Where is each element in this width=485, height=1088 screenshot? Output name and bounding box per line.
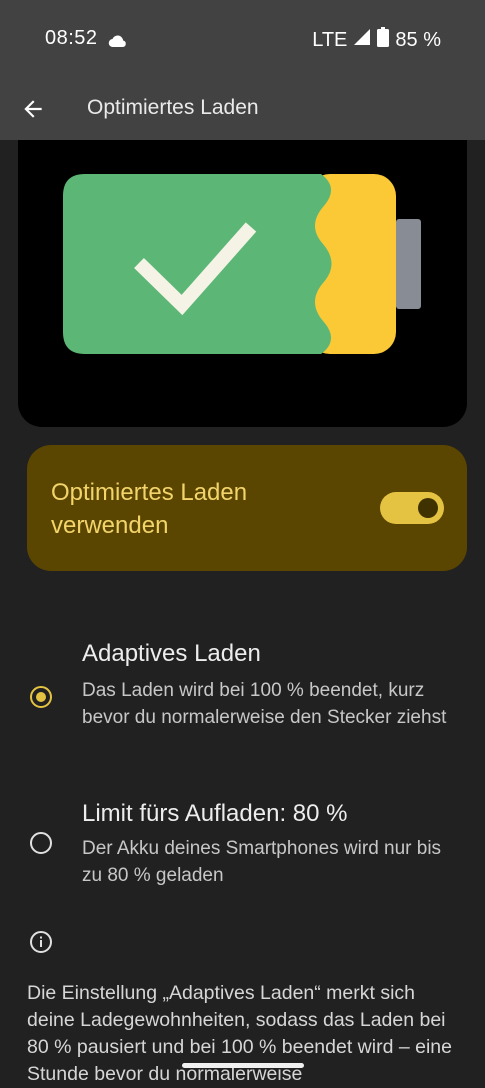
signal-icon	[353, 28, 371, 52]
optimized-charging-toggle-card[interactable]: Optimiertes Laden verwenden	[27, 445, 467, 571]
option-title: Adaptives Laden	[82, 640, 261, 667]
status-right-group: LTE 85 %	[312, 27, 441, 53]
battery-check-icon	[63, 174, 421, 354]
option-description: Das Laden wird bei 100 % beendet, kurz b…	[82, 680, 447, 728]
battery-percent: 85 %	[395, 28, 441, 51]
app-bar: Optimiertes Laden	[0, 80, 485, 140]
gesture-bar[interactable]	[182, 1063, 304, 1068]
info-icon	[29, 930, 53, 954]
option-title: Limit fürs Aufladen: 80 %	[82, 800, 348, 827]
cloud-icon	[108, 31, 128, 54]
optimized-charging-switch[interactable]	[380, 492, 444, 524]
status-bar: 08:52 LTE 85 %	[0, 0, 485, 80]
option-charge-limit[interactable]: Limit fürs Aufladen: 80 % Der Akku deine…	[0, 790, 485, 900]
battery-icon	[377, 27, 390, 53]
option-adaptive-charging[interactable]: Adaptives Laden Das Laden wird bei 100 %…	[0, 630, 485, 760]
option-description: Der Akku deines Smartphones wird nur bis…	[82, 838, 442, 886]
toggle-label: Optimiertes Laden verwenden	[51, 479, 248, 539]
arrow-back-icon[interactable]	[20, 96, 46, 122]
page-title: Optimiertes Laden	[87, 96, 259, 119]
battery-illustration	[18, 140, 467, 427]
switch-knob	[418, 498, 438, 518]
radio-charge-limit[interactable]	[30, 832, 52, 854]
info-text: Die Einstellung „Adaptives Laden“ merkt …	[27, 982, 452, 1085]
status-time: 08:52	[45, 27, 98, 49]
radio-adaptive-charging[interactable]	[30, 686, 52, 708]
network-type: LTE	[312, 28, 348, 51]
